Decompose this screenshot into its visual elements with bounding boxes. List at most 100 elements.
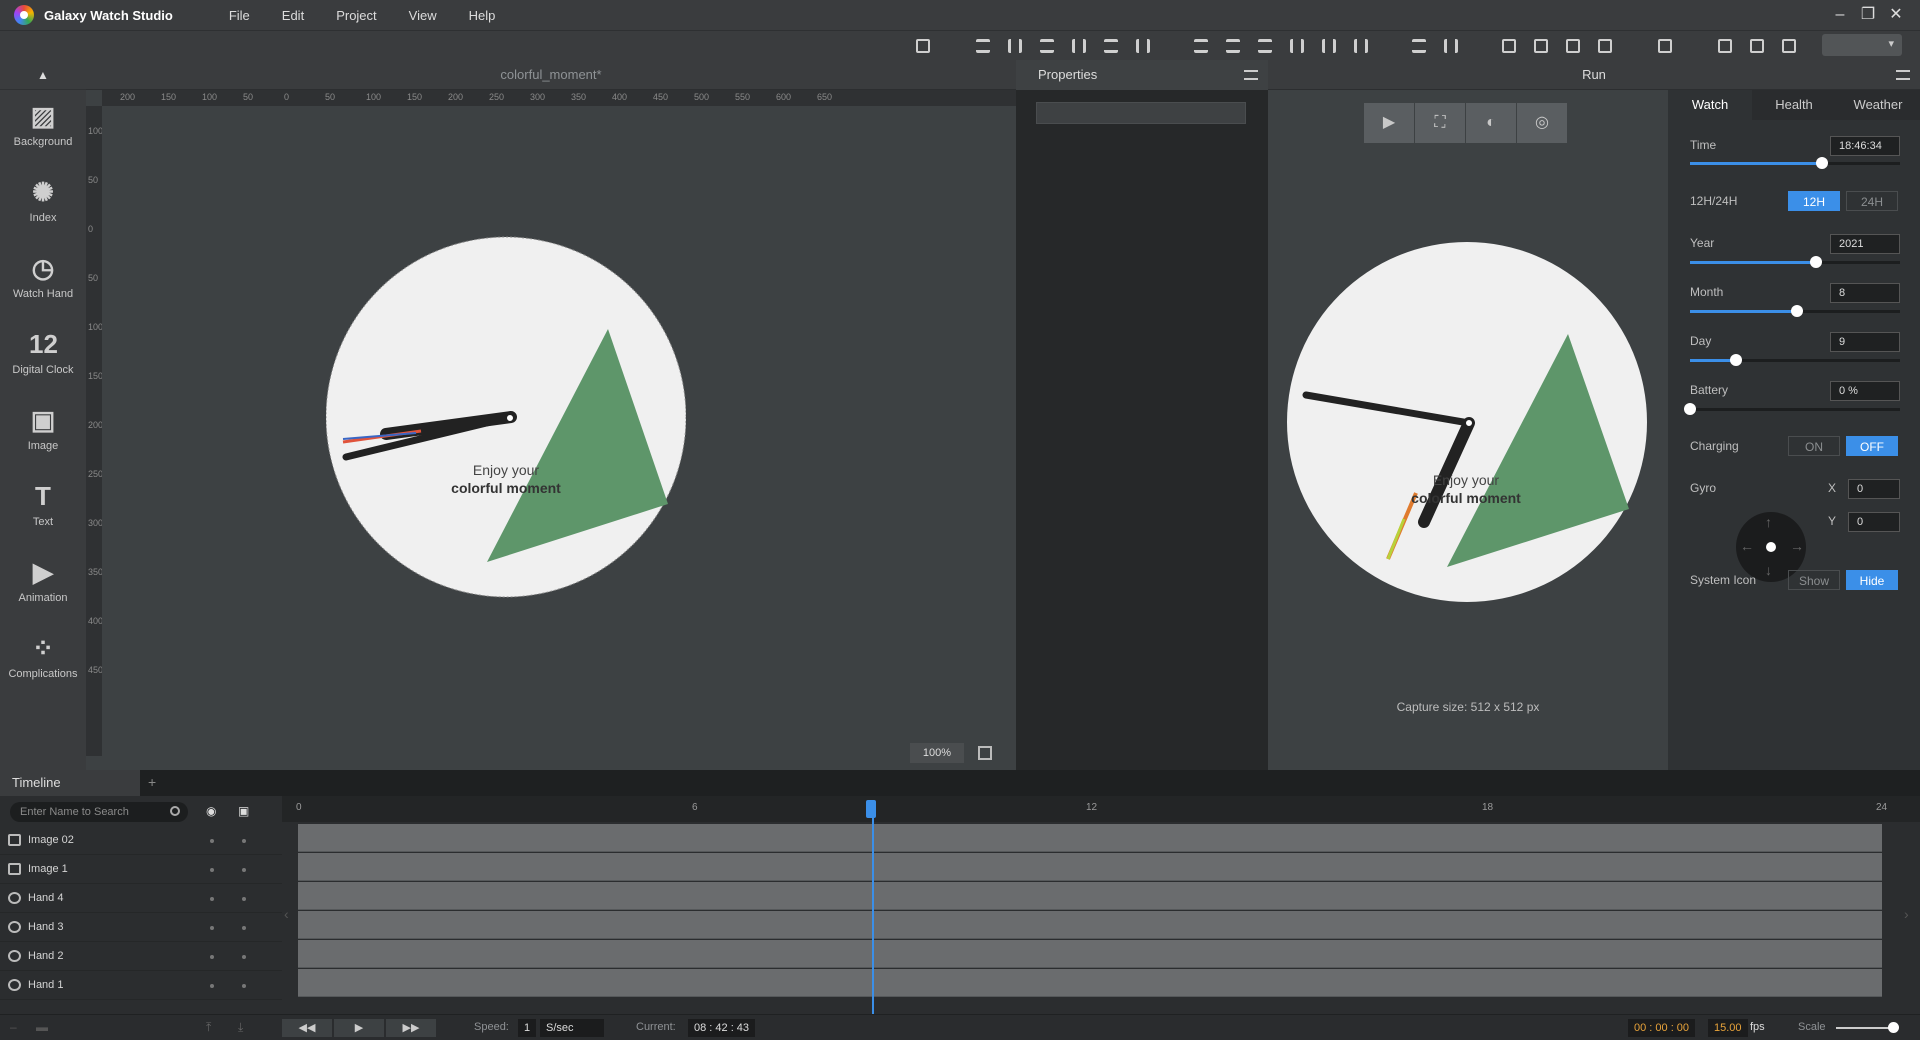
- zoom-level[interactable]: 100%: [910, 743, 964, 763]
- tab-timeline[interactable]: Timeline: [0, 770, 140, 796]
- day-field[interactable]: 9: [1830, 332, 1900, 352]
- gyro-handle[interactable]: [1766, 542, 1776, 552]
- layer-lock-toggle[interactable]: [242, 868, 246, 872]
- year-field[interactable]: 2021: [1830, 234, 1900, 254]
- properties-name-field[interactable]: [1036, 102, 1246, 124]
- system-icon-hide-button[interactable]: Hide: [1846, 570, 1898, 590]
- theme-dropdown[interactable]: [1822, 34, 1902, 56]
- layer-track[interactable]: [298, 969, 1882, 997]
- distribute-left-icon[interactable]: [1290, 39, 1304, 53]
- time-field[interactable]: 18:46:34: [1830, 136, 1900, 156]
- layer-row[interactable]: Hand 1: [0, 971, 282, 1000]
- tab-weather[interactable]: Weather: [1836, 90, 1920, 120]
- menu-file[interactable]: File: [229, 8, 250, 23]
- layer-row[interactable]: Image 1: [0, 855, 282, 884]
- canvas-tab-title[interactable]: colorful_moment*: [86, 60, 1016, 90]
- lock-all-icon[interactable]: ▣: [238, 804, 249, 818]
- fit-view-icon[interactable]: [978, 746, 992, 760]
- charging-on-button[interactable]: ON: [1788, 436, 1840, 456]
- collapse-up-icon[interactable]: ▲: [0, 60, 86, 90]
- layer-visibility-toggle[interactable]: [210, 868, 214, 872]
- watch-face-editor[interactable]: Enjoy your colorful moment: [326, 236, 686, 598]
- rewind-button[interactable]: ◀◀: [282, 1019, 332, 1037]
- year-slider[interactable]: [1690, 256, 1900, 268]
- year-slider-knob[interactable]: [1810, 256, 1822, 268]
- wrench-icon[interactable]: [1750, 39, 1764, 53]
- hour-12-button[interactable]: 12H: [1788, 191, 1840, 211]
- distribute-center-icon[interactable]: [1322, 39, 1336, 53]
- layer-lock-toggle[interactable]: [242, 984, 246, 988]
- close-button[interactable]: ✕: [1882, 4, 1910, 26]
- restore-button[interactable]: ❐: [1854, 4, 1882, 26]
- minimize-button[interactable]: –: [1826, 4, 1854, 26]
- distribute-bottom-icon[interactable]: [1258, 39, 1272, 53]
- align-left-icon[interactable]: [1072, 39, 1086, 53]
- bring-forward-icon[interactable]: [1534, 39, 1548, 53]
- tool-index[interactable]: ✺ Index: [0, 166, 86, 242]
- folder-icon[interactable]: ▬: [36, 1020, 48, 1034]
- month-field[interactable]: 8: [1830, 283, 1900, 303]
- layer-lock-toggle[interactable]: [242, 955, 246, 959]
- tool-image[interactable]: ▣ Image: [0, 394, 86, 470]
- tool-animation[interactable]: ▶ Animation: [0, 546, 86, 622]
- tab-health[interactable]: Health: [1752, 90, 1836, 120]
- store-icon[interactable]: [1782, 39, 1796, 53]
- aod-button[interactable]: ◐: [1466, 103, 1516, 143]
- playhead-handle[interactable]: [866, 800, 876, 818]
- align-top-icon[interactable]: [976, 39, 990, 53]
- layer-row[interactable]: Image 02: [0, 826, 282, 855]
- tool-complications[interactable]: ⁘ Complications: [0, 622, 86, 698]
- move-layer-up-icon[interactable]: ⤒: [206, 1020, 211, 1035]
- speed-unit-select[interactable]: S/sec: [540, 1019, 604, 1037]
- tab-watch[interactable]: Watch: [1668, 90, 1752, 120]
- menu-project[interactable]: Project: [336, 8, 376, 23]
- scroll-right-icon[interactable]: ›: [1904, 906, 1909, 922]
- same-width-icon[interactable]: [1412, 39, 1426, 53]
- same-height-icon[interactable]: [1444, 39, 1458, 53]
- system-icon-show-button[interactable]: Show: [1788, 570, 1840, 590]
- tool-background[interactable]: ▨ Background: [0, 90, 86, 166]
- run-menu-icon[interactable]: [1896, 70, 1910, 80]
- play-timeline-button[interactable]: ▶: [334, 1019, 384, 1037]
- send-back-icon[interactable]: [1598, 39, 1612, 53]
- build-icon[interactable]: [1718, 39, 1732, 53]
- speed-field[interactable]: 1: [518, 1019, 537, 1037]
- fps-field[interactable]: 15.00: [1708, 1019, 1748, 1037]
- tool-text[interactable]: T Text: [0, 470, 86, 546]
- layer-track[interactable]: [298, 853, 1882, 881]
- month-slider[interactable]: [1690, 305, 1900, 317]
- distribute-middle-icon[interactable]: [1226, 39, 1240, 53]
- layer-visibility-toggle[interactable]: [210, 984, 214, 988]
- scale-slider[interactable]: [1836, 1027, 1896, 1029]
- tool-watch-hand[interactable]: ◷ Watch Hand: [0, 242, 86, 318]
- battery-slider[interactable]: [1684, 403, 1900, 415]
- remove-layer-icon[interactable]: –: [10, 1020, 17, 1034]
- layer-lock-toggle[interactable]: [242, 926, 246, 930]
- send-backward-icon[interactable]: [1566, 39, 1580, 53]
- distribute-top-icon[interactable]: [1194, 39, 1208, 53]
- tool-digital-clock[interactable]: 12 Digital Clock: [0, 318, 86, 394]
- layer-track[interactable]: [298, 940, 1882, 968]
- time-slider-knob[interactable]: [1816, 157, 1829, 169]
- time-slider[interactable]: [1690, 157, 1900, 169]
- battery-field[interactable]: 0 %: [1830, 381, 1900, 401]
- charging-off-button[interactable]: OFF: [1846, 436, 1898, 456]
- align-right-icon[interactable]: [1136, 39, 1150, 53]
- menu-view[interactable]: View: [409, 8, 437, 23]
- align-center-icon[interactable]: [1104, 39, 1118, 53]
- hour-24-button[interactable]: 24H: [1846, 191, 1898, 211]
- panel-menu-icon[interactable]: [1244, 70, 1258, 80]
- move-layer-down-icon[interactable]: ⤓: [238, 1020, 243, 1035]
- visibility-toggle-icon[interactable]: ◉: [206, 804, 216, 818]
- distribute-right-icon[interactable]: [1354, 39, 1368, 53]
- scroll-left-icon[interactable]: ‹: [284, 906, 289, 922]
- layer-visibility-toggle[interactable]: [210, 955, 214, 959]
- layer-lock-toggle[interactable]: [242, 897, 246, 901]
- scale-slider-knob[interactable]: [1888, 1022, 1899, 1033]
- menu-help[interactable]: Help: [469, 8, 496, 23]
- layer-visibility-toggle[interactable]: [210, 926, 214, 930]
- layer-search-input[interactable]: Enter Name to Search: [10, 802, 188, 822]
- align-middle-icon[interactable]: [1008, 39, 1022, 53]
- bring-front-icon[interactable]: [1502, 39, 1516, 53]
- add-tab-icon[interactable]: +: [148, 774, 156, 790]
